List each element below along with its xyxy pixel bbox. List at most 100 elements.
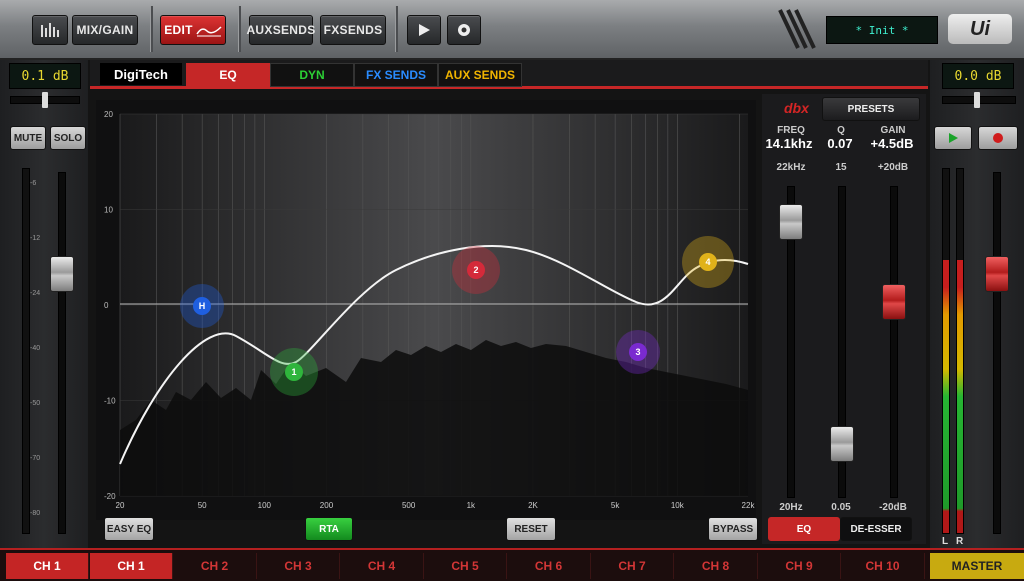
level-meter (22, 168, 30, 534)
stripes-decoration (776, 8, 816, 50)
freq-slider-handle[interactable] (779, 204, 803, 240)
eq-graph[interactable]: 20 10 0 -10 -20 20 50 100 200 500 1k 2K 5k 10k 22k H1… (96, 100, 756, 520)
channel-tab[interactable]: CH 6 (508, 553, 591, 579)
eq-band-node-1[interactable]: 1 (270, 348, 318, 396)
divider (395, 6, 398, 52)
play-icon (949, 133, 958, 143)
digitech-logo: DigiTech (100, 63, 182, 85)
meter-scale-label: -6 (30, 180, 37, 187)
current-channel-label: CH 1 (6, 553, 89, 579)
meters-icon-button[interactable] (32, 15, 68, 45)
presets-button[interactable]: PRESETS (822, 97, 920, 121)
rta-button[interactable]: RTA (305, 517, 353, 541)
master-strip: 0.0 dB L R (930, 60, 1024, 548)
channel-tab[interactable]: CH 4 (341, 553, 424, 579)
channel-tab[interactable]: CH 3 (257, 553, 340, 579)
eq-curve-icon (196, 26, 222, 37)
y-tick-label: 10 (104, 206, 113, 215)
de-esser-button[interactable]: DE-ESSER (840, 517, 912, 541)
tab-fx-sends[interactable]: FX SENDS (354, 63, 438, 87)
gain-slider-handle[interactable] (882, 284, 906, 320)
y-tick-label: 0 (104, 301, 109, 310)
bypass-button[interactable]: BYPASS (708, 517, 758, 541)
meter-scale-label: -70 (30, 455, 41, 462)
y-tick-label: 20 (104, 110, 113, 119)
brand-logo: Ui (948, 14, 1012, 44)
gain-max-label: +20dB (877, 162, 909, 173)
edit-label: EDIT (164, 23, 193, 37)
band-label: 3 (635, 347, 640, 357)
solo-button[interactable]: SOLO (50, 126, 86, 150)
play-icon (419, 24, 430, 36)
channel-tab[interactable]: CH 10 (842, 553, 925, 579)
master-channel-tab[interactable]: MASTER (930, 553, 1024, 579)
master-fader-track[interactable] (993, 172, 1001, 534)
q-slider-handle[interactable] (830, 426, 854, 462)
edit-button[interactable]: EDIT (160, 15, 226, 45)
meter-scale-label: -24 (30, 290, 41, 297)
x-tick-label: 10k (671, 501, 685, 510)
tab-eq[interactable]: EQ (186, 63, 270, 87)
channel-tab[interactable]: CH 5 (424, 553, 507, 579)
gain-slider-track[interactable] (890, 186, 898, 498)
fx-sends-button[interactable]: FXSENDS (320, 15, 386, 45)
channel-tab[interactable]: CH 8 (675, 553, 758, 579)
channel-fader[interactable] (50, 255, 74, 292)
master-fader[interactable] (985, 255, 1009, 292)
channel-tab[interactable]: CH 9 (758, 553, 841, 579)
eq-band-node-h[interactable]: H (180, 284, 224, 328)
band-label: 4 (705, 257, 710, 267)
mute-button[interactable]: MUTE (10, 126, 46, 150)
y-tick-label: -10 (104, 397, 116, 406)
channel-fader-track[interactable] (58, 172, 66, 534)
eq-mode-button[interactable]: EQ (768, 517, 840, 541)
mix-gain-button[interactable]: MIX/GAIN (72, 15, 138, 45)
balance-knob[interactable] (974, 92, 980, 108)
meter-scale-label: -80 (30, 510, 41, 517)
right-label: R (956, 536, 964, 547)
aux-sends-button[interactable]: AUXSENDS (246, 15, 315, 45)
play-button[interactable] (407, 15, 441, 45)
record-button[interactable] (447, 15, 481, 45)
freq-max-label: 22kHz (776, 162, 806, 173)
channel-tab[interactable]: CH 1 (90, 553, 173, 579)
band-label: 2 (473, 265, 478, 275)
meter-scale-label: -12 (30, 235, 41, 242)
channel-tab[interactable]: CH 7 (591, 553, 674, 579)
x-tick-label: 1k (467, 501, 476, 510)
eq-band-node-3[interactable]: 3 (616, 330, 660, 374)
x-tick-label: 20 (116, 501, 125, 510)
dbx-parameter-panel: dbx PRESETS FREQ Q GAIN 14.1khz 0.07 +4.… (762, 94, 926, 544)
reset-button[interactable]: RESET (506, 517, 556, 541)
meter-fill (943, 260, 949, 533)
pan-knob[interactable] (42, 92, 48, 108)
y-tick-label: -20 (104, 492, 116, 501)
meter-scale-label: -50 (30, 400, 41, 407)
q-min-label: 0.05 (831, 502, 851, 513)
record-button[interactable] (978, 126, 1018, 150)
band-label: 1 (291, 367, 296, 377)
band-label: H (199, 301, 206, 311)
play-button[interactable] (934, 126, 972, 150)
master-gain-readout: 0.0 dB (942, 63, 1014, 89)
divider (238, 6, 241, 52)
easy-eq-button[interactable]: EASY EQ (104, 517, 154, 541)
q-label: Q (837, 125, 845, 136)
x-tick-label: 100 (258, 501, 272, 510)
tab-dyn[interactable]: DYN (270, 63, 354, 87)
gain-min-label: -20dB (879, 502, 907, 513)
tab-aux-sends[interactable]: AUX SENDS (438, 63, 522, 87)
eq-graph-canvas[interactable]: 20100-10-20 20 50 100 200 500 1k 2K 5k 10k 22k H1… (96, 100, 756, 520)
eq-band-node-4[interactable]: 4 (682, 236, 734, 288)
stop-record-icon (458, 24, 470, 36)
divider (150, 6, 153, 52)
channel-tab[interactable]: CH 2 (174, 553, 257, 579)
left-level-meter (942, 168, 950, 534)
meter-scale: -6 -12 -24 -40 -50 -70 -80 (30, 168, 42, 532)
right-level-meter (956, 168, 964, 534)
dbx-logo: dbx (784, 100, 809, 116)
x-tick-label: 22k (742, 501, 756, 510)
gain-readout: 0.1 dB (9, 63, 81, 89)
meters-icon (41, 23, 59, 37)
eq-band-node-2[interactable]: 2 (452, 246, 500, 294)
